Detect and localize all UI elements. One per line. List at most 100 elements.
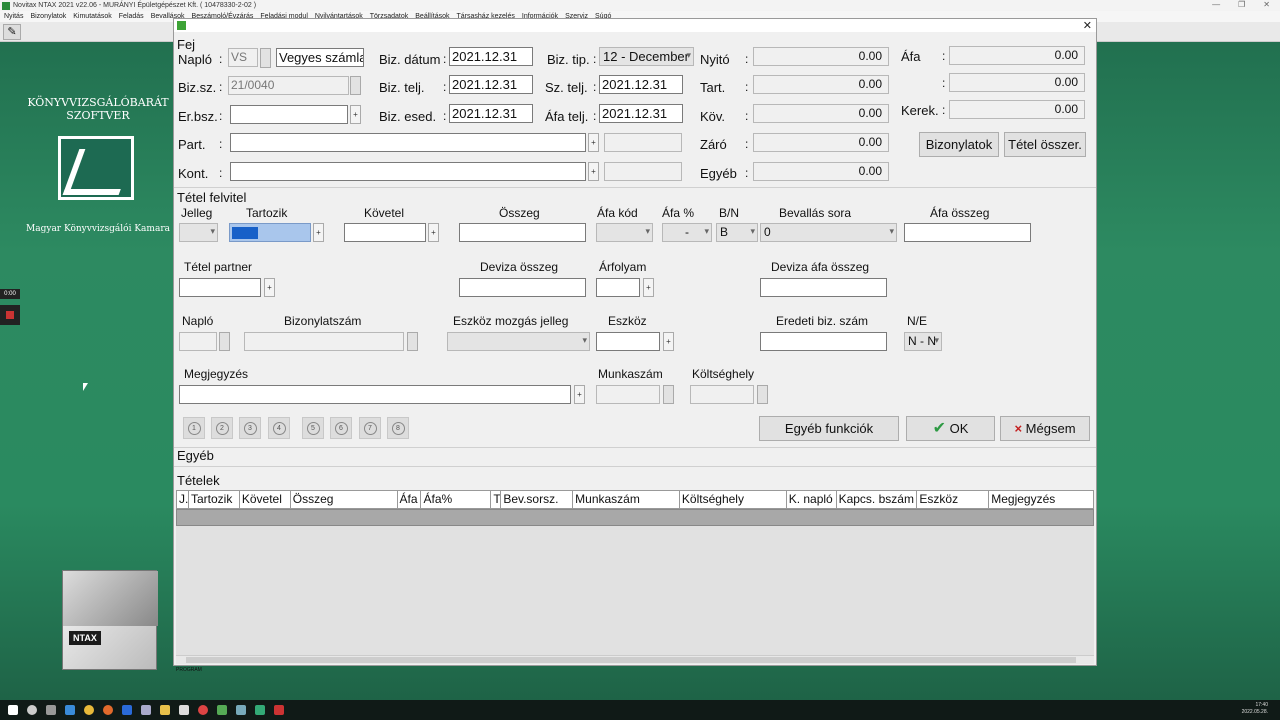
col-munkaszam[interactable]: Munkaszám <box>573 491 680 508</box>
biz-esed-field[interactable]: 2021.12.31 <box>449 104 533 123</box>
shortcut-2-button[interactable]: 2 <box>211 417 233 439</box>
shortcut-6-button[interactable]: 6 <box>330 417 352 439</box>
kovetel-field[interactable] <box>344 223 426 242</box>
mail-icon[interactable] <box>179 705 189 715</box>
arfolyam-add-button[interactable]: + <box>643 278 654 297</box>
pencil-icon[interactable]: ✎ <box>3 24 21 40</box>
task-view-icon[interactable] <box>46 705 56 715</box>
col-afa-pct[interactable]: Áfa% <box>421 491 492 508</box>
afa-osszeg-field[interactable] <box>904 223 1031 242</box>
erbsz-add-button[interactable]: + <box>350 105 361 124</box>
scrollbar-thumb[interactable] <box>186 657 1076 663</box>
bn-select[interactable]: B ▾ <box>716 223 758 242</box>
col-kovetel[interactable]: Követel <box>240 491 291 508</box>
col-t[interactable]: T <box>491 491 502 508</box>
kont-field[interactable] <box>230 162 586 181</box>
record-icon[interactable] <box>0 305 20 325</box>
app-taskbar-icon[interactable] <box>236 705 246 715</box>
col-afa[interactable]: Áfa <box>398 491 422 508</box>
start-icon[interactable] <box>8 705 18 715</box>
afa-telj-field[interactable]: 2021.12.31 <box>599 104 683 123</box>
partner-field[interactable] <box>230 133 586 152</box>
deviza-afa-osszeg-field[interactable] <box>760 278 887 297</box>
bizsz-field[interactable]: 21/0040 <box>228 76 349 95</box>
product-caption-line2: PROGRAM <box>176 667 202 673</box>
col-tartozik[interactable]: Tartozik <box>189 491 240 508</box>
col-j[interactable]: J. <box>177 491 189 508</box>
firefox-icon[interactable] <box>103 705 113 715</box>
megsem-button[interactable]: × Mégsem <box>1000 416 1090 441</box>
section-tetelek: Tételek <box>177 473 220 488</box>
naplo-lookup-button[interactable] <box>260 48 271 68</box>
megjegyzes-field[interactable] <box>179 385 571 404</box>
excel-icon[interactable] <box>255 705 265 715</box>
kovetel-add-button[interactable]: + <box>428 223 439 242</box>
dropbox-icon[interactable] <box>122 705 132 715</box>
partner-add-button[interactable]: + <box>588 133 599 152</box>
biz-datum-field[interactable]: 2021.12.31 <box>449 47 533 66</box>
afa-pct-select[interactable]: - ▾ <box>662 223 712 242</box>
eredeti-biz-szam-field[interactable] <box>760 332 887 351</box>
tetel-partner-field[interactable] <box>179 278 261 297</box>
close-icon[interactable]: ✕ <box>1083 19 1092 32</box>
close-app-icon[interactable]: ✕ <box>1263 0 1270 9</box>
folder-icon[interactable] <box>160 705 170 715</box>
col-osszeg[interactable]: Összeg <box>291 491 398 508</box>
ntax-taskbar-icon[interactable] <box>217 705 227 715</box>
col-bev-sorsz[interactable]: Bev.sorsz. <box>501 491 574 508</box>
arfolyam-field[interactable] <box>596 278 640 297</box>
menu-feladas[interactable]: Feladás <box>119 13 144 20</box>
ne-select[interactable]: N - N ▾ <box>904 332 942 351</box>
table-row[interactable] <box>176 509 1094 526</box>
naplo-name-field[interactable]: Vegyes számla <box>276 48 364 67</box>
system-tray-clock[interactable]: 17:40 2022.05.28. <box>1242 702 1268 716</box>
shortcut-3-button[interactable]: 3 <box>239 417 261 439</box>
shortcut-4-button[interactable]: 4 <box>268 417 290 439</box>
eszkoz-add-button[interactable]: + <box>663 332 674 351</box>
tray-time: 17:40 <box>1255 702 1268 708</box>
bevallas-sora-select[interactable]: 0 ▾ <box>760 223 897 242</box>
restore-icon[interactable]: ❐ <box>1238 0 1245 9</box>
tetel-partner-add-button[interactable]: + <box>264 278 275 297</box>
tartozik-field[interactable] <box>229 223 311 242</box>
shortcut-1-button[interactable]: 1 <box>183 417 205 439</box>
naplo-code-field[interactable]: VS <box>228 48 258 67</box>
horizontal-scrollbar[interactable] <box>176 655 1094 664</box>
notepad-icon[interactable] <box>141 705 151 715</box>
bizsz-lookup-button[interactable] <box>350 76 361 95</box>
col-k-naplo[interactable]: K. napló <box>787 491 837 508</box>
deviza-osszeg-field[interactable] <box>459 278 586 297</box>
shortcut-7-button[interactable]: 7 <box>359 417 381 439</box>
shortcut-5-button[interactable]: 5 <box>302 417 324 439</box>
eszkoz-mozgas-select[interactable]: ▾ <box>447 332 590 351</box>
edge-icon[interactable] <box>65 705 75 715</box>
afa-kod-select[interactable]: ▾ <box>596 223 653 242</box>
jelleg-select[interactable]: ▾ <box>179 223 218 242</box>
menu-nyitas[interactable]: Nyitás <box>4 13 23 20</box>
eszkoz-field[interactable] <box>596 332 660 351</box>
tartozik-add-button[interactable]: + <box>313 223 324 242</box>
pdf-icon[interactable] <box>274 705 284 715</box>
kont-add-button[interactable]: + <box>588 162 599 181</box>
menu-bizonylatok[interactable]: Bizonylatok <box>30 13 66 20</box>
egyeb-funkciok-button[interactable]: Egyéb funkciók <box>759 416 899 441</box>
shortcut-8-button[interactable]: 8 <box>387 417 409 439</box>
biz-tip-select[interactable]: 12 - December ▾ <box>599 47 694 66</box>
sz-telj-field[interactable]: 2021.12.31 <box>599 75 683 94</box>
biz-telj-field[interactable]: 2021.12.31 <box>449 75 533 94</box>
tetel-osszer-button[interactable]: Tétel összer. <box>1004 132 1086 157</box>
minimize-icon[interactable]: — <box>1212 0 1220 9</box>
chrome-icon[interactable] <box>84 705 94 715</box>
bizonylatok-button[interactable]: Bizonylatok <box>919 132 999 157</box>
osszeg-field[interactable] <box>459 223 586 242</box>
chrome-alt-icon[interactable] <box>198 705 208 715</box>
menu-kimutatasok[interactable]: Kimutatások <box>73 13 112 20</box>
search-icon[interactable] <box>27 705 37 715</box>
col-megjegyzes[interactable]: Megjegyzés <box>989 491 1093 508</box>
ok-button[interactable]: ✔ OK <box>906 416 995 441</box>
col-eszkoz[interactable]: Eszköz <box>917 491 990 508</box>
erbsz-field[interactable] <box>230 105 348 124</box>
megjegyzes-add-button[interactable]: + <box>574 385 585 404</box>
col-kapcs-bszam[interactable]: Kapcs. bszám <box>837 491 918 508</box>
col-koltseghely[interactable]: Költséghely <box>680 491 787 508</box>
